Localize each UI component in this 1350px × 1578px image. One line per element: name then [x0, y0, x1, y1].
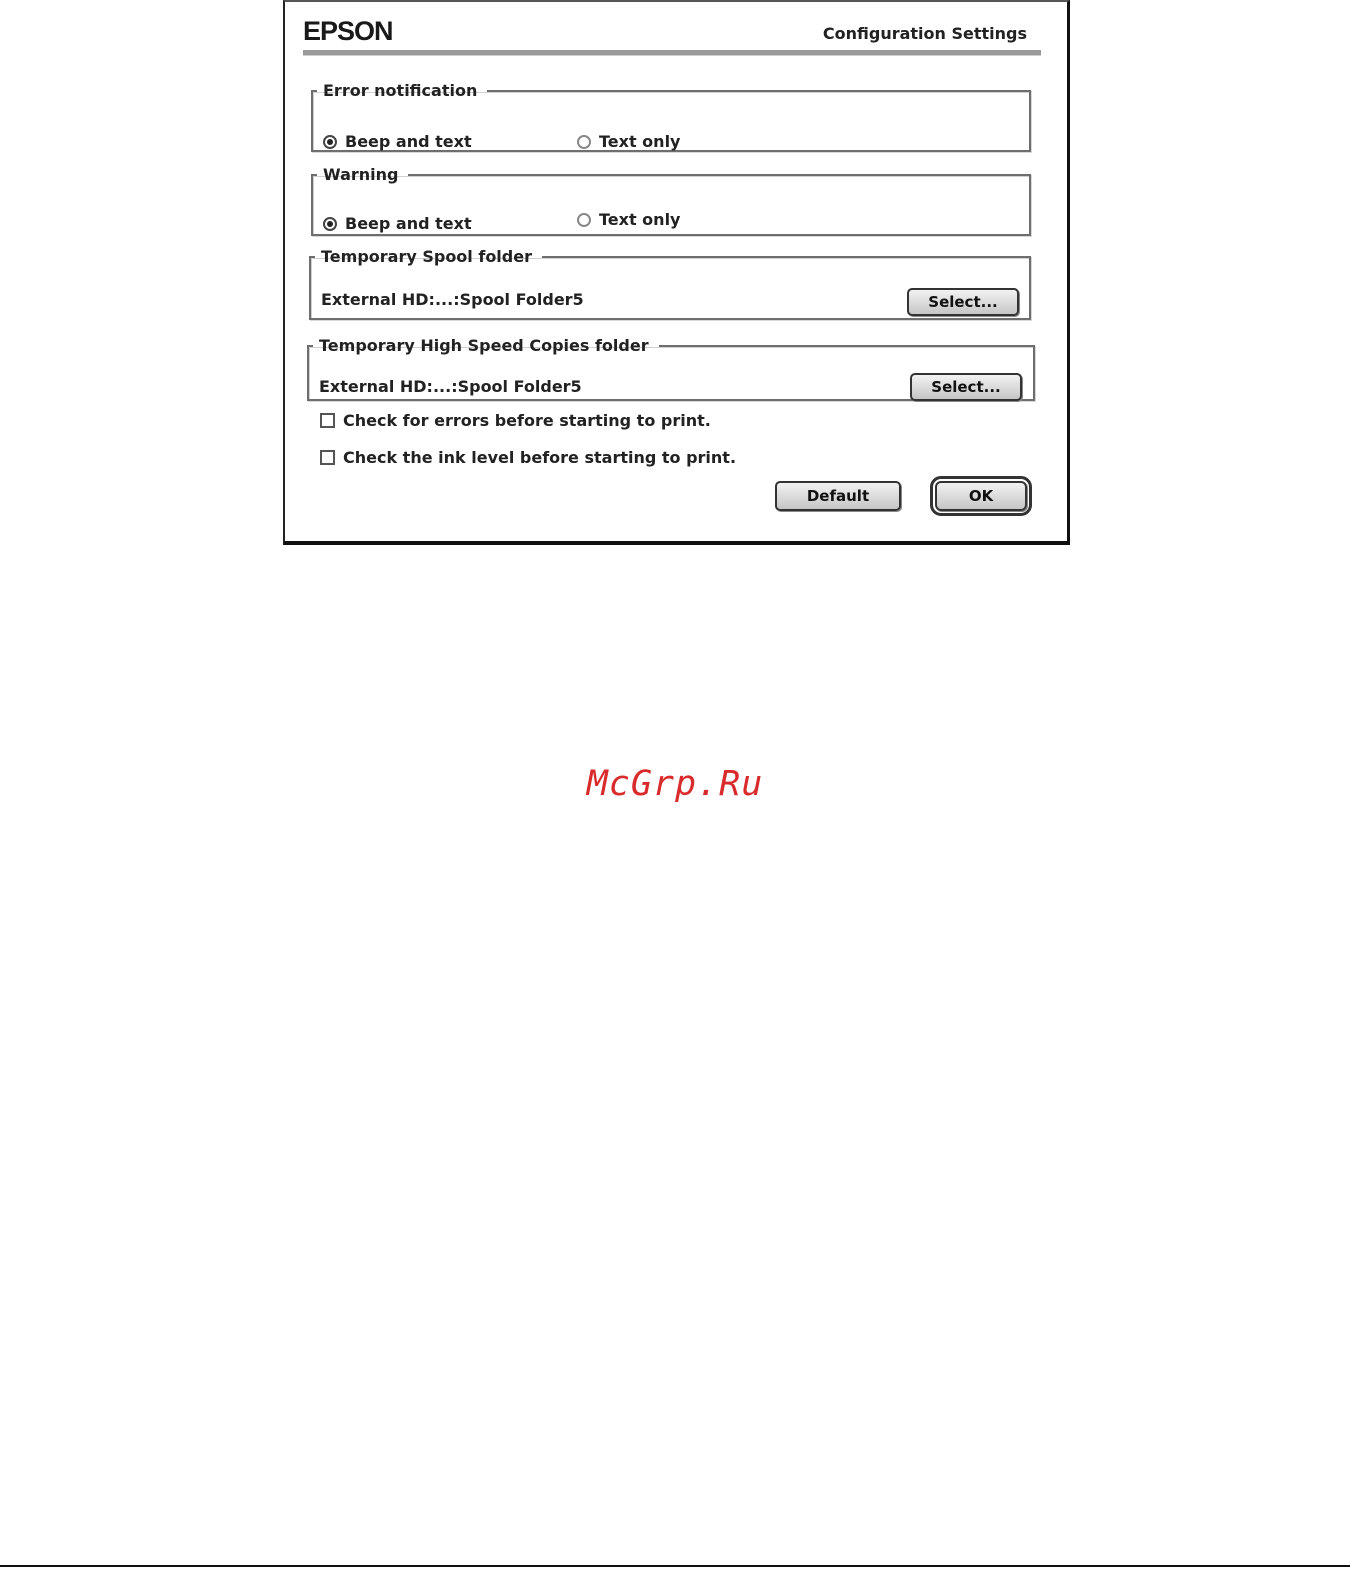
warning-text-only-radio[interactable]: Text only	[577, 210, 680, 229]
configuration-settings-dialog: EPSON Configuration Settings Error notif…	[283, 0, 1070, 545]
spool-folder-path: External HD:...:Spool Folder5	[321, 290, 584, 309]
ok-button[interactable]: OK	[930, 476, 1032, 516]
spool-folder-legend: Temporary Spool folder	[321, 247, 532, 266]
default-button[interactable]: Default	[775, 481, 901, 511]
error-beep-and-text-radio[interactable]: Beep and text	[323, 132, 472, 151]
radio-unselected-icon	[577, 134, 591, 149]
checkbox-unchecked-icon[interactable]	[320, 450, 335, 465]
radio-selected-icon	[323, 216, 337, 231]
epson-logo: EPSON	[303, 16, 394, 46]
radio-unselected-icon	[577, 212, 591, 227]
check-errors-label: Check for errors before starting to prin…	[343, 411, 711, 430]
dialog-header: EPSON Configuration Settings	[303, 16, 1041, 56]
check-ink-level-label: Check the ink level before starting to p…	[343, 448, 737, 467]
warning-text-only-label: Text only	[599, 210, 681, 229]
error-beep-and-text-label: Beep and text	[345, 132, 472, 151]
header-divider	[303, 50, 1041, 56]
copies-folder-select-button[interactable]: Select...	[910, 373, 1022, 401]
error-text-only-label: Text only	[599, 132, 681, 151]
page-bottom-rule	[0, 1565, 1350, 1567]
warning-group: Warning Beep and text Text only	[311, 166, 1031, 236]
copies-folder-legend: Temporary High Speed Copies folder	[319, 336, 649, 355]
copies-folder-path: External HD:...:Spool Folder5	[319, 377, 582, 396]
check-ink-level-checkbox-row[interactable]: Check the ink level before starting to p…	[320, 448, 736, 467]
dialog-title: Configuration Settings	[822, 24, 1027, 43]
spool-folder-group: Temporary Spool folder External HD:...:S…	[309, 248, 1031, 320]
warning-legend: Warning	[323, 165, 399, 184]
spool-folder-select-button[interactable]: Select...	[907, 288, 1019, 316]
error-notification-legend: Error notification	[323, 81, 478, 100]
warning-beep-and-text-radio[interactable]: Beep and text	[323, 214, 472, 233]
copies-folder-group: Temporary High Speed Copies folder Exter…	[307, 337, 1035, 401]
warning-beep-and-text-label: Beep and text	[345, 214, 472, 233]
watermark-text: McGrp.Ru	[586, 764, 764, 804]
error-text-only-radio[interactable]: Text only	[577, 132, 680, 151]
checkbox-unchecked-icon[interactable]	[320, 413, 335, 428]
radio-selected-icon	[323, 134, 337, 149]
check-errors-checkbox-row[interactable]: Check for errors before starting to prin…	[320, 411, 711, 430]
error-notification-group: Error notification Beep and text Text on…	[311, 82, 1031, 152]
